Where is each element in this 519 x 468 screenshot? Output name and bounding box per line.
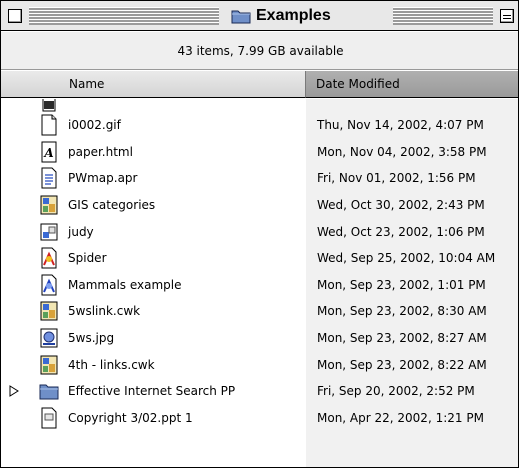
svg-text:A: A [43, 146, 53, 160]
file-name: judy [68, 224, 94, 239]
column-header-name-label: Name [69, 77, 105, 91]
title-bar-stripes [393, 7, 493, 25]
html-document-icon: A [41, 141, 57, 163]
file-date: Mon, Nov 04, 2002, 3:58 PM [317, 144, 487, 159]
list-item[interactable]: Mammals example Mon, Sep 23, 2002, 1:01 … [1, 272, 518, 299]
inspiration-document-icon [41, 274, 57, 296]
folder-icon [39, 384, 59, 400]
file-date: Mon, Sep 23, 2002, 8:22 AM [317, 357, 487, 372]
disclosure-triangle-icon[interactable] [9, 385, 19, 398]
file-name: Copyright 3/02.ppt 1 [68, 410, 193, 425]
list-item[interactable]: 5wslink.cwk Mon, Sep 23, 2002, 8:30 AM [1, 298, 518, 325]
appleworks-document-icon [40, 195, 58, 215]
list-item[interactable]: Spider Wed, Sep 25, 2002, 10:04 AM [1, 245, 518, 272]
column-header-date-label: Date Modified [316, 77, 400, 91]
file-name: 5ws.jpg [68, 331, 115, 346]
powerpoint-document-icon [41, 407, 57, 429]
gif-document-icon [41, 114, 57, 136]
window-title-group: Examples [225, 5, 337, 27]
finder-window: Examples 43 items, 7.99 GB available Nam… [0, 0, 519, 468]
file-name: GIS categories [68, 198, 156, 213]
collapse-box-button[interactable] [500, 9, 514, 23]
file-date: Mon, Apr 22, 2002, 1:21 PM [317, 410, 484, 425]
file-name: 5wslink.cwk [68, 304, 141, 319]
list-item[interactable]: Effective Internet Search PP Fri, Sep 20… [1, 378, 518, 405]
appleworks-document-icon [40, 355, 58, 375]
file-document-icon [40, 223, 58, 241]
list-item[interactable]: PWmap.apr Fri, Nov 01, 2002, 1:56 PM [1, 165, 518, 192]
list-item[interactable]: A paper.html Mon, Nov 04, 2002, 3:58 PM [1, 139, 518, 166]
status-bar: 43 items, 7.99 GB available [1, 32, 518, 70]
title-bar-stripes [29, 7, 219, 25]
file-name: PWmap.apr [68, 171, 138, 186]
file-name: i0002.gif [68, 118, 121, 133]
list-item[interactable]: GIS categories Wed, Oct 30, 2002, 2:43 P… [1, 192, 518, 219]
file-name: Spider [68, 251, 107, 266]
file-name: Effective Internet Search PP [68, 384, 236, 399]
list-item[interactable]: Copyright 3/02.ppt 1 Mon, Apr 22, 2002, … [1, 405, 518, 432]
file-date: Fri, Nov 01, 2002, 1:56 PM [317, 171, 476, 186]
file-date: Wed, Oct 30, 2002, 2:43 PM [317, 198, 485, 213]
file-date: Thu, Nov 14, 2002, 4:07 PM [317, 118, 484, 133]
file-date: Fri, Sep 20, 2002, 2:52 PM [317, 384, 475, 399]
list-item[interactable]: judy Wed, Oct 23, 2002, 1:06 PM [1, 218, 518, 245]
file-date: Wed, Sep 25, 2002, 10:04 AM [317, 251, 496, 266]
folder-icon [231, 10, 251, 24]
text-document-icon [41, 167, 57, 189]
status-summary: 43 items, 7.99 GB available [177, 43, 344, 58]
inspiration-document-icon [41, 247, 57, 269]
column-header-name[interactable]: Name [1, 71, 306, 98]
file-date: Mon, Sep 23, 2002, 8:30 AM [317, 304, 487, 319]
appleworks-document-icon [40, 301, 58, 321]
list-item[interactable]: 4th - links.cwk Mon, Sep 23, 2002, 8:22 … [1, 351, 518, 378]
file-date: Mon, Sep 23, 2002, 1:01 PM [317, 277, 486, 292]
file-name: Mammals example [68, 277, 182, 292]
list-item-partial[interactable] [1, 99, 518, 112]
close-box-button[interactable] [8, 9, 22, 23]
column-header-date-modified[interactable]: Date Modified [306, 71, 518, 98]
file-date: Mon, Sep 23, 2002, 8:27 AM [317, 331, 487, 346]
list-item[interactable]: i0002.gif Thu, Nov 14, 2002, 4:07 PM [1, 112, 518, 139]
window-title: Examples [256, 7, 331, 24]
file-list[interactable]: i0002.gif Thu, Nov 14, 2002, 4:07 PM A p… [1, 99, 518, 467]
file-name: paper.html [68, 144, 133, 159]
list-item[interactable]: 5ws.jpg Mon, Sep 23, 2002, 8:27 AM [1, 325, 518, 352]
jpeg-document-icon [40, 328, 58, 348]
document-icon [42, 99, 56, 112]
file-name: 4th - links.cwk [68, 357, 155, 372]
title-bar[interactable]: Examples [1, 1, 518, 31]
file-date: Wed, Oct 23, 2002, 1:06 PM [317, 224, 485, 239]
